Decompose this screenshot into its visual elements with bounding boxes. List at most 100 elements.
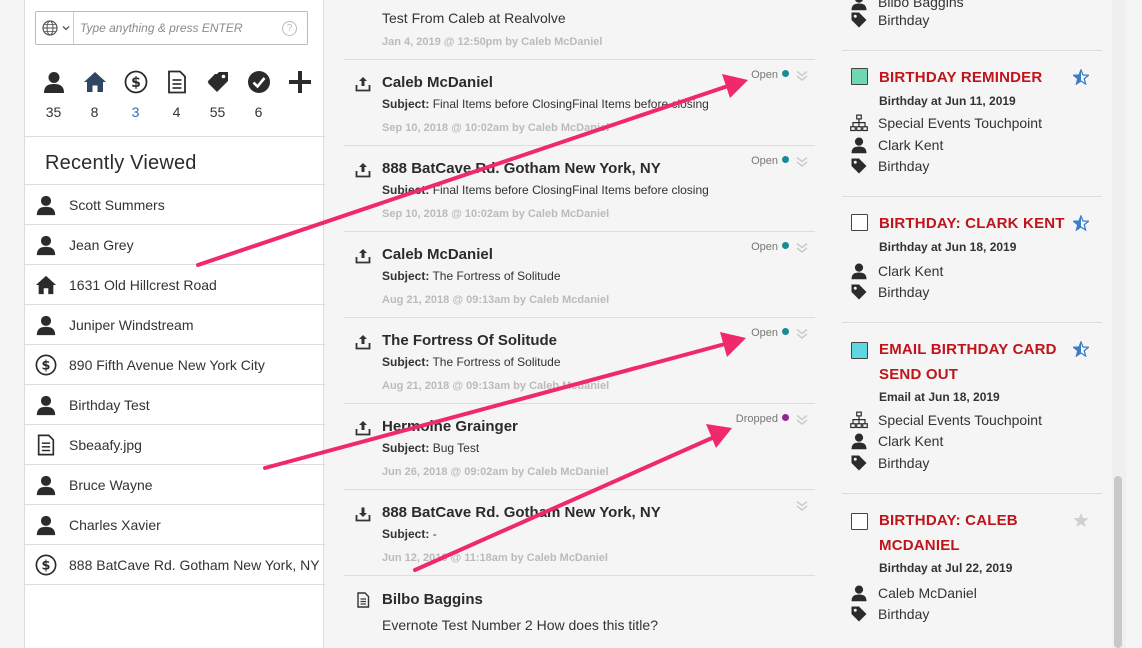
feed-item-subject: Subject: Bug Test [382, 441, 479, 455]
event-checkbox[interactable] [851, 68, 868, 85]
stat-properties[interactable]: 8 [74, 70, 115, 136]
event-row-label: Birthday [878, 12, 930, 28]
event-card[interactable]: BIRTHDAY: CALEB MCDANIEL Birthday at Jul… [842, 494, 1102, 648]
event-card[interactable]: Bilbo Baggins Birthday [842, 0, 1102, 51]
event-title[interactable]: BIRTHDAY REMINDER [879, 65, 1059, 90]
feed-item-title[interactable]: Hermoine Grainger [382, 418, 518, 435]
event-row: Caleb McDaniel [850, 583, 977, 603]
list-item[interactable]: Juniper Windstream [25, 305, 325, 345]
feed-item[interactable]: Test From Caleb at Realvolve Jan 4, 2019… [344, 0, 815, 60]
svg-text:$: $ [131, 75, 141, 91]
scrollbar[interactable] [1112, 0, 1126, 648]
feed-item-subject: Subject: The Fortress of Solitude [382, 269, 561, 283]
event-title[interactable]: EMAIL BIRTHDAY CARD SEND OUT [879, 337, 1059, 387]
add-new-button[interactable] [279, 70, 320, 136]
home-icon [83, 72, 106, 92]
list-item[interactable]: Birthday Test [25, 385, 325, 425]
feed-item-title[interactable]: Caleb McDaniel [382, 246, 493, 263]
subject-text: The Fortress of Solitude [432, 355, 561, 369]
list-item[interactable]: Scott Summers [25, 185, 325, 225]
feed-item[interactable]: Bilbo Baggins Evernote Test Number 2 How… [344, 576, 815, 648]
help-icon[interactable]: ? [282, 21, 297, 36]
feed-item-title[interactable]: 888 BatCave Rd. Gotham New York, NY [382, 160, 661, 177]
chevron-double-down-icon[interactable] [795, 500, 809, 512]
recently-viewed-heading: Recently Viewed [45, 152, 197, 174]
feed-item[interactable]: 888 BatCave Rd. Gotham New York, NY Subj… [344, 490, 815, 576]
status-label: Dropped [735, 413, 778, 425]
stat-count: 4 [172, 104, 181, 120]
chevron-double-down-icon[interactable] [795, 156, 809, 168]
status-dot [782, 242, 789, 249]
event-row-label: Clark Kent [878, 433, 944, 449]
search-input[interactable] [80, 17, 280, 39]
event-row: Clark Kent [850, 261, 943, 281]
feed-item-title[interactable]: 888 BatCave Rd. Gotham New York, NY [382, 504, 661, 521]
star-icon[interactable] [1073, 341, 1089, 357]
chevron-double-down-icon[interactable] [795, 70, 809, 82]
feed-item[interactable]: Caleb McDaniel Subject: Final Items befo… [344, 60, 815, 146]
event-row-label: Special Events Touchpoint [878, 115, 1042, 131]
stat-transactions[interactable]: $ 3 [115, 70, 156, 136]
stat-documents[interactable]: 4 [156, 70, 197, 136]
list-item-label: Juniper Windstream [69, 316, 194, 333]
chevron-double-down-icon[interactable] [795, 328, 809, 340]
feed-item-title[interactable]: Bilbo Baggins [382, 591, 483, 608]
status-badge[interactable]: Dropped [736, 413, 789, 425]
event-row: Birthday [850, 604, 929, 624]
subject-label: Subject: [382, 527, 430, 541]
stat-tags[interactable]: 55 [197, 70, 238, 136]
status-badge[interactable]: Open [751, 155, 789, 167]
event-row-label: Special Events Touchpoint [878, 412, 1042, 428]
event-card[interactable]: EMAIL BIRTHDAY CARD SEND OUT Email at Ju… [842, 323, 1102, 494]
chevron-down-icon[interactable] [62, 24, 70, 32]
feed-item[interactable]: 888 BatCave Rd. Gotham New York, NY Subj… [344, 146, 815, 232]
event-title[interactable]: BIRTHDAY: CLARK KENT [879, 211, 1079, 236]
status-badge[interactable]: Open [751, 69, 789, 81]
feed-item[interactable]: The Fortress Of Solitude Subject: The Fo… [344, 318, 815, 404]
list-item[interactable]: Bruce Wayne [25, 465, 325, 505]
stat-contacts[interactable]: 35 [33, 70, 74, 136]
feed-item[interactable]: Caleb McDaniel Subject: The Fortress of … [344, 232, 815, 318]
event-card[interactable]: BIRTHDAY: CLARK KENT Birthday at Jun 18,… [842, 197, 1102, 323]
feed-item-subject: Subject: Final Items before ClosingFinal… [382, 97, 709, 111]
list-item[interactable]: Jean Grey [25, 225, 325, 265]
subject-text: Final Items before ClosingFinal Items be… [432, 183, 709, 197]
status-label: Open [751, 69, 778, 81]
event-row-label: Caleb McDaniel [878, 585, 977, 601]
event-checkbox[interactable] [851, 342, 868, 359]
event-title[interactable]: BIRTHDAY: CALEB MCDANIEL [879, 508, 1059, 558]
feed-item-meta: Aug 21, 2018 @ 09:13am by Caleb Mcdaniel [382, 294, 610, 306]
feed-item-title[interactable]: Caleb McDaniel [382, 74, 493, 91]
event-card[interactable]: BIRTHDAY REMINDER Birthday at Jun 11, 20… [842, 51, 1102, 197]
chevron-double-down-icon[interactable] [795, 414, 809, 426]
star-icon[interactable] [1073, 512, 1089, 528]
feed-item[interactable]: Hermoine Grainger Subject: Bug Test Jun … [344, 404, 815, 490]
status-label: Open [751, 327, 778, 339]
list-item[interactable]: Charles Xavier [25, 505, 325, 545]
global-search[interactable]: ? [35, 11, 308, 45]
document-icon [357, 592, 370, 608]
globe-icon[interactable] [42, 20, 58, 36]
scrollbar-thumb[interactable] [1114, 476, 1122, 648]
event-checkbox[interactable] [851, 214, 868, 231]
list-item[interactable]: 1631 Old Hillcrest Road [25, 265, 325, 305]
event-checkbox[interactable] [851, 513, 868, 530]
list-item[interactable]: $ 888 BatCave Rd. Gotham New York, NY [25, 545, 325, 585]
stat-tasks[interactable]: 6 [238, 70, 279, 136]
download-icon [355, 507, 371, 522]
star-icon[interactable] [1073, 69, 1089, 85]
chevron-double-down-icon[interactable] [795, 242, 809, 254]
dollar-icon: $ [35, 354, 57, 375]
person-icon [36, 235, 56, 255]
list-item[interactable]: $ 890 Fifth Avenue New York City [25, 345, 325, 385]
star-icon[interactable] [1073, 215, 1089, 231]
feed-item-title[interactable]: The Fortress Of Solitude [382, 332, 557, 349]
status-badge[interactable]: Open [751, 327, 789, 339]
org-chart-icon [850, 411, 868, 429]
upload-icon [355, 249, 371, 264]
list-item[interactable]: Sbeaafy.jpg [25, 425, 325, 465]
stats-bar: 35 8 $ 3 4 55 6 [25, 70, 325, 136]
status-badge[interactable]: Open [751, 241, 789, 253]
left-sidebar: ? 35 8 $ 3 4 55 6 Recen [24, 0, 325, 648]
event-row: Birthday [850, 156, 929, 176]
